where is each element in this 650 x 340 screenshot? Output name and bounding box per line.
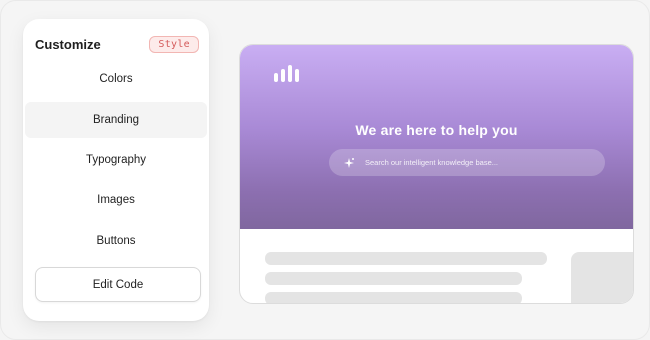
panel-header: Customize Style [35, 34, 199, 54]
skeleton-line [265, 252, 547, 265]
panel-title: Customize [35, 36, 101, 52]
bar-chart-icon [274, 64, 300, 82]
menu-item-branding[interactable]: Branding [25, 102, 207, 138]
preview-card: We are here to help you [239, 44, 634, 304]
skeleton-thumbnail [571, 252, 633, 303]
app-frame: Customize Style Colors Branding Typograp… [0, 0, 650, 340]
hero-banner: We are here to help you [240, 45, 633, 229]
skeleton-line [265, 272, 522, 285]
skeleton-line [265, 292, 522, 303]
customize-panel: Customize Style Colors Branding Typograp… [23, 19, 209, 321]
search-bar[interactable] [329, 149, 605, 176]
edit-code-button[interactable]: Edit Code [35, 267, 201, 302]
style-badge: Style [149, 35, 199, 53]
hero-headline: We are here to help you [355, 122, 518, 138]
sparkle-icon [343, 157, 355, 169]
search-input[interactable] [365, 158, 585, 167]
menu-item-colors[interactable]: Colors [25, 61, 207, 97]
menu-item-typography[interactable]: Typography [25, 142, 207, 178]
menu-item-images[interactable]: Images [25, 182, 207, 218]
menu-item-buttons[interactable]: Buttons [25, 223, 207, 259]
